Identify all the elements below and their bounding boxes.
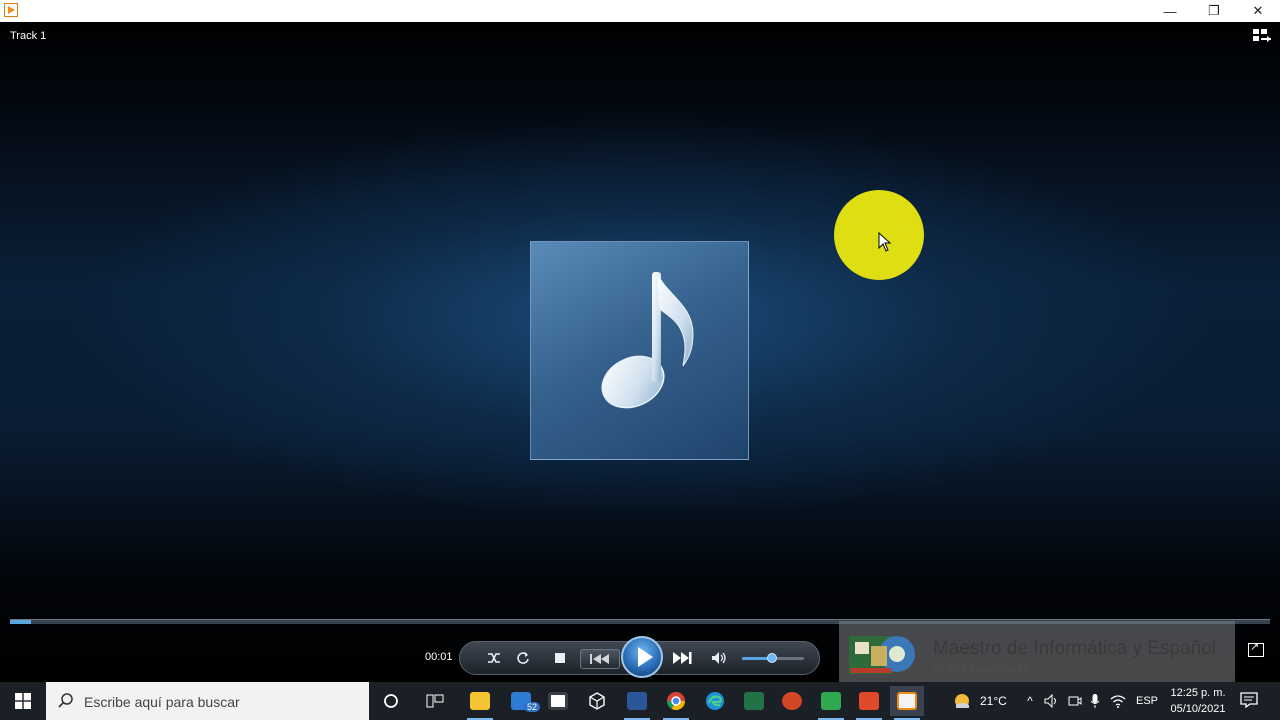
mute-button[interactable] (709, 649, 729, 667)
notification-center-icon[interactable] (1240, 692, 1258, 708)
repeat-icon (517, 652, 529, 664)
track-title: Track 1 (10, 30, 47, 42)
start-button[interactable] (0, 682, 46, 720)
album-art (530, 241, 749, 460)
taskbar-media-player[interactable] (890, 686, 924, 720)
taskbar-store[interactable] (541, 686, 575, 716)
taskbar-clock[interactable]: 12:25 p. m. 05/10/2021 (1164, 685, 1232, 717)
chrome-icon (667, 692, 685, 711)
volume-slider[interactable] (742, 653, 804, 663)
close-button[interactable]: ✕ (1236, 0, 1280, 22)
recorder-icon (859, 692, 879, 710)
seek-bar-progress (10, 620, 32, 624)
search-icon (58, 693, 73, 708)
elapsed-time: 00:01 (425, 651, 453, 663)
task-view-icon (426, 694, 444, 708)
system-tray: ^ ESP (1022, 682, 1158, 720)
minimize-button[interactable]: — (1148, 0, 1192, 22)
mail-badge: 52 (524, 702, 541, 712)
weather-widget[interactable]: 21°C (952, 682, 1007, 720)
cortana-button[interactable] (374, 686, 408, 716)
channel-name: Maestro de Informática y Español (933, 638, 1217, 659)
taskbar-word[interactable] (620, 686, 654, 720)
mouse-pointer-icon (878, 232, 892, 252)
taskbar-powerpoint[interactable] (775, 686, 809, 716)
taskbar-camtasia-recorder[interactable] (852, 686, 886, 720)
next-button[interactable] (663, 649, 701, 667)
wifi-icon[interactable] (1110, 694, 1126, 708)
stop-icon (555, 653, 565, 663)
repeat-button[interactable] (513, 649, 533, 667)
now-playing-stage[interactable]: Track 1 (0, 22, 1280, 680)
playback-controls (459, 636, 820, 678)
volume-slider-knob[interactable] (766, 653, 777, 663)
shuffle-button[interactable] (484, 649, 504, 667)
restore-button[interactable]: ❐ (1192, 0, 1236, 22)
excel-icon (744, 692, 764, 710)
powerpoint-icon (782, 692, 802, 710)
camtasia-icon (821, 692, 841, 710)
taskbar-chrome[interactable] (659, 686, 693, 720)
store-icon (548, 692, 568, 710)
windows-logo-icon (15, 693, 31, 709)
search-placeholder: Escribe aquí para buscar (84, 694, 240, 710)
media-player-icon (897, 692, 917, 710)
taskbar-excel[interactable] (737, 686, 771, 716)
taskbar-file-explorer[interactable] (463, 686, 497, 720)
switch-to-mini-player-icon[interactable] (1248, 640, 1264, 657)
previous-button[interactable] (580, 649, 620, 669)
word-icon (627, 692, 647, 710)
switch-to-library-icon[interactable] (1252, 28, 1272, 44)
sun-icon (955, 694, 969, 708)
next-icon (673, 652, 692, 664)
taskbar-mail[interactable]: 52 (504, 686, 541, 716)
temperature: 21°C (980, 694, 1007, 708)
meet-now-icon[interactable] (1068, 694, 1082, 708)
shuffle-icon (488, 653, 500, 663)
edge-icon (706, 692, 724, 710)
clock-date: 05/10/2021 (1170, 703, 1226, 715)
taskbar-3d-viewer[interactable] (580, 686, 614, 716)
taskbar-camtasia[interactable] (814, 686, 848, 720)
music-note-icon (601, 271, 694, 409)
media-player-app-icon[interactable] (4, 3, 18, 17)
subscriber-count: 52,600 suscriptores (933, 663, 1029, 675)
clock-time: 12:25 p. m. (1170, 687, 1226, 699)
taskbar: Escribe aquí para buscar 52 21°C ^ ESP 1… (0, 682, 1280, 720)
task-view-button[interactable] (418, 686, 452, 716)
volume-icon (712, 652, 726, 664)
channel-logo (849, 636, 915, 674)
previous-icon (590, 654, 609, 664)
show-hidden-icons-icon[interactable]: ^ (1022, 694, 1038, 708)
taskbar-search-box[interactable]: Escribe aquí para buscar (46, 682, 369, 720)
folder-icon (470, 692, 490, 710)
cortana-icon (384, 694, 398, 708)
window-title-bar: — ❐ ✕ (0, 0, 1280, 22)
play-button[interactable] (621, 636, 663, 678)
stop-button[interactable] (550, 649, 570, 667)
microphone-icon[interactable] (1090, 693, 1100, 709)
cube-icon (589, 692, 605, 710)
channel-overlay: Maestro de Informática y Español 52,600 … (839, 621, 1235, 687)
taskbar-edge[interactable] (698, 686, 732, 716)
speaker-icon[interactable] (1044, 694, 1060, 708)
language-indicator[interactable]: ESP (1136, 695, 1158, 707)
